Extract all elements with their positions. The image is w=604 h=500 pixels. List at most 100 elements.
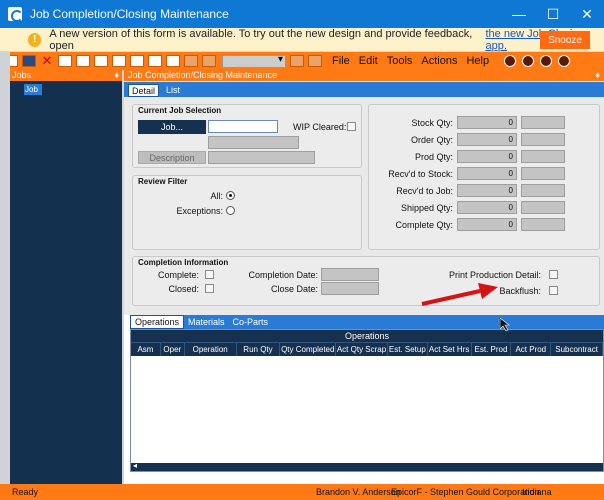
info-icon: ! <box>28 32 42 47</box>
paste-icon[interactable] <box>148 55 162 67</box>
grid-horizontal-scrollbar[interactable]: ◂ <box>131 461 603 471</box>
grid-column-header[interactable]: Operation <box>185 343 237 356</box>
detail-subtabs: Operations Materials Co-Parts <box>130 315 604 329</box>
review-filter-title: Review Filter <box>138 177 188 186</box>
menu-actions[interactable]: Actions <box>421 55 457 67</box>
operations-grid[interactable]: Operations Asm Oper Operation Run Qty Qty Co… <box>130 329 604 472</box>
wip-cleared-checkbox[interactable] <box>347 122 356 131</box>
qty-value-field: 0 <box>457 184 517 197</box>
print-production-detail-label: Print Production Detail: <box>448 270 541 280</box>
jobs-panel-title: Jobs <box>12 70 32 80</box>
menu-tools[interactable]: Tools <box>387 55 413 67</box>
attach-icon[interactable] <box>94 55 108 67</box>
status-site: Indiana (Indianapolis) <box>522 487 552 497</box>
main-toolbar: ✕ File Edit Tools Actions Help <box>0 52 604 70</box>
notification-message: A new version of this form is available.… <box>49 27 473 52</box>
exceptions-label: Exceptions: <box>176 206 223 216</box>
tab-detail[interactable]: Detail <box>128 84 160 97</box>
main-pin-icon[interactable]: ♦ <box>595 70 600 81</box>
current-job-selection-group: Current Job Selection Job... WIP Cleared… <box>132 104 362 168</box>
last-record-icon[interactable] <box>308 55 322 67</box>
cut-icon[interactable] <box>112 55 126 67</box>
grid-column-header[interactable]: Asm <box>131 343 161 356</box>
grid-caption: Operations <box>131 330 603 342</box>
status-user: Brandon V. Anderson <box>316 487 401 497</box>
job-number-input[interactable] <box>208 120 278 133</box>
all-label: All: <box>210 191 223 201</box>
red-annotation-arrow-icon <box>421 283 498 306</box>
refresh-icon[interactable] <box>540 55 553 67</box>
grid-column-headers: Asm Oper Operation Run Qty Qty Completed Act … <box>131 342 603 356</box>
home-icon[interactable] <box>558 55 571 67</box>
menu-file[interactable]: File <box>332 55 350 67</box>
closed-checkbox[interactable] <box>205 284 214 293</box>
close-button[interactable]: ✕ <box>570 0 604 28</box>
exceptions-radio[interactable] <box>226 206 235 215</box>
snooze-button[interactable]: Snooze <box>540 31 590 49</box>
tab-co-parts[interactable]: Co-Parts <box>229 315 273 329</box>
completion-info-title: Completion Information <box>138 258 229 267</box>
save-icon[interactable] <box>22 55 36 67</box>
minimize-button[interactable]: — <box>502 0 536 28</box>
completion-date-label: Completion Date: <box>248 270 318 280</box>
qty-uom-field <box>521 167 565 180</box>
qty-label: Order Qty: <box>410 135 453 145</box>
previous-record-icon[interactable] <box>202 55 216 67</box>
menu-help[interactable]: Help <box>466 55 489 67</box>
main-panel-title: Job Completion/Closing Maintenance <box>128 70 278 80</box>
back-icon[interactable] <box>504 55 517 67</box>
grid-column-header[interactable]: Est. Setup <box>388 343 428 356</box>
description-field <box>208 151 315 164</box>
complete-checkbox[interactable] <box>205 270 214 279</box>
print-icon[interactable] <box>76 55 90 67</box>
qty-uom-field <box>521 218 565 231</box>
grid-column-header[interactable]: Oper <box>161 343 185 356</box>
grid-column-header[interactable]: Act Prod <box>511 343 552 356</box>
tab-materials[interactable]: Materials <box>184 315 229 329</box>
review-filter-group: Review Filter All: Exceptions: <box>132 175 362 250</box>
all-radio[interactable] <box>226 191 235 200</box>
qty-uom-field <box>521 201 565 214</box>
backflush-checkbox[interactable] <box>549 286 558 295</box>
tree-item-job[interactable]: Job <box>24 84 42 95</box>
forward-icon[interactable] <box>522 55 535 67</box>
tab-operations[interactable]: Operations <box>130 315 185 329</box>
qty-uom-field <box>521 150 565 163</box>
copy-icon[interactable] <box>130 55 144 67</box>
close-date-field[interactable] <box>321 282 379 295</box>
qty-label: Shipped Qty: <box>400 203 453 213</box>
main-tabs: Detail List <box>124 82 604 97</box>
completion-date-field[interactable] <box>321 268 379 281</box>
status-bar: Ready Brandon V. Anderson EpicorF - Step… <box>0 484 604 500</box>
status-ready: Ready <box>12 487 39 497</box>
close-date-label: Close Date: <box>270 284 318 294</box>
next-record-icon[interactable] <box>290 55 304 67</box>
description-button[interactable]: Description <box>138 151 206 164</box>
pin-icon[interactable]: ♦ <box>114 70 119 81</box>
qty-value-field: 0 <box>457 133 517 146</box>
scroll-left-icon[interactable]: ◂ <box>133 461 137 470</box>
qty-uom-field <box>521 116 565 129</box>
maximize-button[interactable]: ☐ <box>536 0 570 28</box>
grid-column-header[interactable]: Act Qty Scrap <box>336 343 388 356</box>
print-production-detail-checkbox[interactable] <box>549 270 558 279</box>
job-button[interactable]: Job... <box>138 120 206 134</box>
undo-icon[interactable] <box>166 55 180 67</box>
tab-list[interactable]: List <box>163 84 183 97</box>
clear-icon[interactable] <box>58 55 72 67</box>
grid-column-header[interactable]: Qty Completed <box>280 343 337 356</box>
qty-value-field: 0 <box>457 116 517 129</box>
main-panel-header: Job Completion/Closing Maintenance ♦ <box>124 70 604 81</box>
menu-edit[interactable]: Edit <box>359 55 378 67</box>
record-navigator-combo[interactable] <box>222 54 286 68</box>
first-record-icon[interactable] <box>184 55 198 67</box>
grid-column-header[interactable]: Run Qty <box>237 343 281 356</box>
status-company: EpicorF - Stephen Gould Corporation <box>391 487 540 497</box>
grid-column-header[interactable]: Act Set Hrs <box>428 343 472 356</box>
delete-icon[interactable]: ✕ <box>40 54 54 67</box>
grid-column-header[interactable]: Subcontract <box>551 343 603 356</box>
grid-column-header[interactable]: Est. Prod <box>472 343 512 356</box>
qty-label: Complete Qty: <box>395 220 453 230</box>
complete-label: Complete: <box>157 270 199 280</box>
menu-bar: File Edit Tools Actions Help <box>332 55 498 67</box>
